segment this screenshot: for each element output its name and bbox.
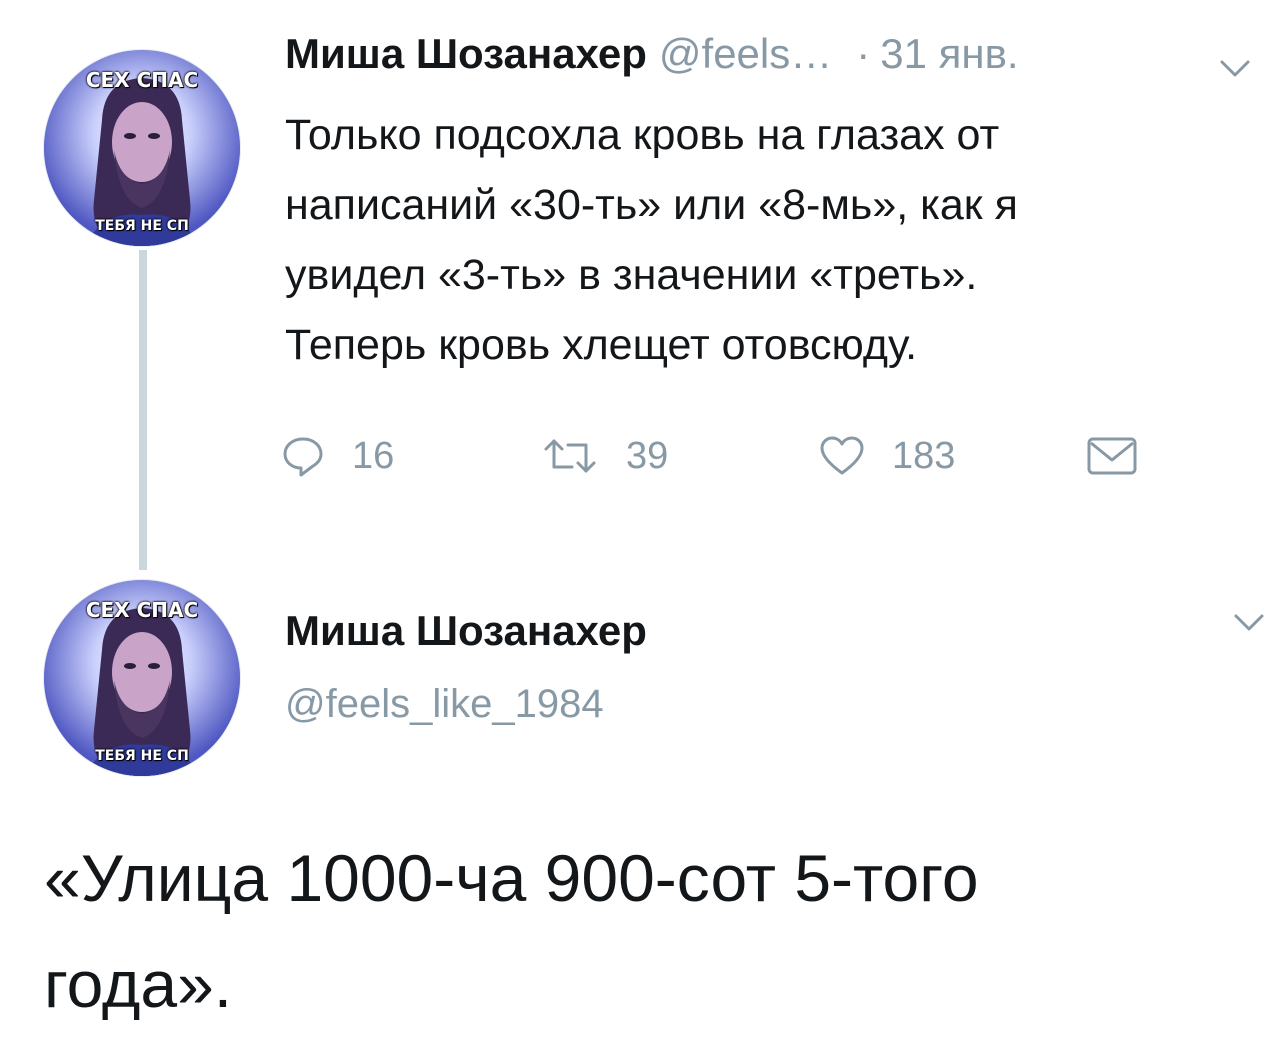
reply-count: 16 xyxy=(352,434,395,477)
tweet-text: «Улица 1000-ча 900-сот 5-того года». xyxy=(44,841,979,1021)
display-name[interactable]: Миша Шозанахер xyxy=(285,30,647,78)
chevron-down-icon[interactable] xyxy=(1232,612,1266,634)
reply-button[interactable]: 16 xyxy=(280,428,394,484)
direct-message-button[interactable] xyxy=(1086,428,1138,484)
avatar-caption-top: СЕХ СПАС xyxy=(85,598,199,622)
avatar-caption-top: СЕХ СПАС xyxy=(85,68,199,92)
tweet-date[interactable]: 31 янв. xyxy=(880,30,1018,78)
avatar-caption-bottom: ТЕБЯ НЕ СП xyxy=(95,218,189,234)
thread-connector-line xyxy=(139,250,147,570)
avatar-caption-bottom: ТЕБЯ НЕ СП xyxy=(95,748,189,764)
envelope-icon xyxy=(1087,437,1137,475)
avatar[interactable]: СЕХ СПАС ТЕБЯ НЕ СП xyxy=(44,50,240,246)
like-count: 183 xyxy=(892,434,956,477)
retweet-icon xyxy=(544,439,596,473)
avatar[interactable]: СЕХ СПАС ТЕБЯ НЕ СП xyxy=(44,580,240,776)
heart-icon xyxy=(820,436,864,475)
like-button[interactable]: 183 xyxy=(818,428,955,484)
user-handle[interactable]: @feels… xyxy=(659,30,832,78)
user-handle[interactable]: @feels_like_1984 xyxy=(285,682,604,727)
tweet-text: Только подсохла кровь на глазах от напис… xyxy=(285,111,1018,369)
tweet-header: Миша Шозанахер @feels… · 31 янв. xyxy=(285,30,1245,94)
retweet-count: 39 xyxy=(626,434,669,477)
reply-icon xyxy=(283,437,323,477)
retweet-button[interactable]: 39 xyxy=(542,428,668,484)
header-separator: · xyxy=(856,30,871,77)
tweet-action-bar: 16 39 183 xyxy=(280,428,1180,484)
display-name[interactable]: Миша Шозанахер xyxy=(285,607,647,655)
chevron-down-icon[interactable] xyxy=(1218,58,1252,80)
